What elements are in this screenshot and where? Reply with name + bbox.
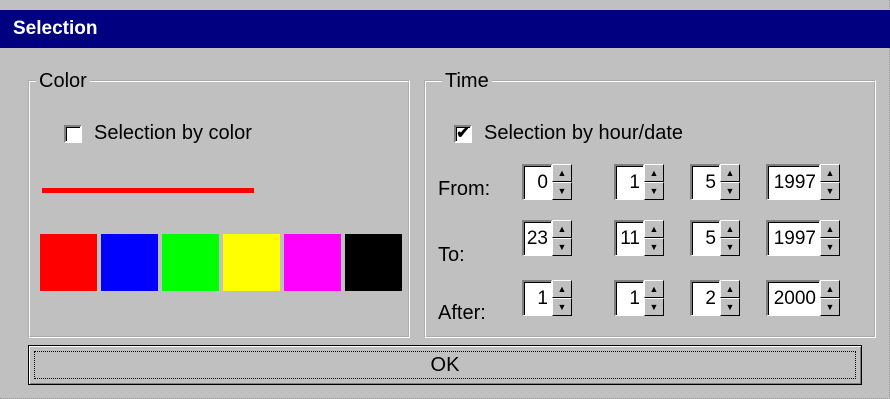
spin-down-icon[interactable]: ▼: [820, 298, 840, 316]
after-month-value[interactable]: 2: [690, 280, 720, 316]
selection-by-date-row[interactable]: ✔ Selection by hour/date: [454, 122, 683, 145]
swatch-green[interactable]: [162, 234, 219, 291]
spin-down-icon[interactable]: ▼: [820, 238, 840, 256]
spin-up-icon[interactable]: ▲: [644, 164, 664, 182]
spin-up-icon[interactable]: ▲: [552, 220, 572, 238]
ok-button[interactable]: OK: [28, 345, 862, 385]
selection-by-color-label: Selection by color: [94, 122, 252, 144]
selection-by-date-checkbox[interactable]: ✔: [454, 124, 472, 143]
spin-down-icon[interactable]: ▼: [720, 298, 740, 316]
spin-down-icon[interactable]: ▼: [644, 182, 664, 200]
to-hour-value[interactable]: 23: [522, 220, 552, 256]
to-day-spinner[interactable]: 11 ▲ ▼: [614, 220, 664, 256]
after-day-value[interactable]: 1: [614, 280, 644, 316]
spin-up-icon[interactable]: ▲: [644, 220, 664, 238]
to-month-spinner[interactable]: 5 ▲ ▼: [690, 220, 740, 256]
from-day-spinner[interactable]: 1 ▲ ▼: [614, 164, 664, 200]
from-hour-value[interactable]: 0: [522, 164, 552, 200]
spin-down-icon[interactable]: ▼: [552, 238, 572, 256]
to-year-value[interactable]: 1997: [766, 220, 820, 256]
selection-by-color-checkbox[interactable]: [64, 124, 82, 143]
to-day-value[interactable]: 11: [614, 220, 644, 256]
from-year-spinner[interactable]: 1997 ▲ ▼: [766, 164, 840, 200]
spin-up-icon[interactable]: ▲: [552, 164, 572, 182]
spin-up-icon[interactable]: ▲: [720, 220, 740, 238]
spin-up-icon[interactable]: ▲: [820, 164, 840, 182]
spin-down-icon[interactable]: ▼: [820, 182, 840, 200]
selection-dialog: Selection Color Selection by color Time …: [0, 0, 890, 399]
spin-down-icon[interactable]: ▼: [720, 238, 740, 256]
from-label: From:: [438, 178, 491, 200]
spin-up-icon[interactable]: ▲: [644, 280, 664, 298]
color-group-legend: Color: [36, 70, 90, 92]
color-group: Color Selection by color: [28, 70, 410, 338]
after-month-spinner[interactable]: 2 ▲ ▼: [690, 280, 740, 316]
selection-by-date-label: Selection by hour/date: [484, 122, 684, 144]
selected-color-line: [42, 188, 254, 193]
color-swatches: [40, 234, 402, 291]
from-month-spinner[interactable]: 5 ▲ ▼: [690, 164, 740, 200]
spin-up-icon[interactable]: ▲: [820, 220, 840, 238]
to-label: To:: [438, 244, 465, 266]
spin-up-icon[interactable]: ▲: [552, 280, 572, 298]
selection-by-color-row[interactable]: Selection by color: [64, 122, 252, 145]
spin-down-icon[interactable]: ▼: [552, 298, 572, 316]
spin-up-icon[interactable]: ▲: [720, 164, 740, 182]
swatch-blue[interactable]: [101, 234, 158, 291]
spin-down-icon[interactable]: ▼: [720, 182, 740, 200]
focus-rectangle: [34, 351, 856, 379]
after-label: After:: [438, 302, 486, 324]
swatch-red[interactable]: [40, 234, 97, 291]
to-year-spinner[interactable]: 1997 ▲ ▼: [766, 220, 840, 256]
time-group: Time ✔ Selection by hour/date From: 0 ▲ ▼…: [424, 70, 876, 338]
spin-down-icon[interactable]: ▼: [644, 298, 664, 316]
from-day-value[interactable]: 1: [614, 164, 644, 200]
swatch-magenta[interactable]: [284, 234, 341, 291]
to-hour-spinner[interactable]: 23 ▲ ▼: [522, 220, 572, 256]
to-month-value[interactable]: 5: [690, 220, 720, 256]
swatch-black[interactable]: [345, 234, 402, 291]
from-month-value[interactable]: 5: [690, 164, 720, 200]
spin-up-icon[interactable]: ▲: [720, 280, 740, 298]
title-bar: Selection: [0, 10, 890, 48]
spin-down-icon[interactable]: ▼: [552, 182, 572, 200]
after-hour-spinner[interactable]: 1 ▲ ▼: [522, 280, 572, 316]
after-year-value[interactable]: 2000: [766, 280, 820, 316]
after-year-spinner[interactable]: 2000 ▲ ▼: [766, 280, 840, 316]
from-hour-spinner[interactable]: 0 ▲ ▼: [522, 164, 572, 200]
from-year-value[interactable]: 1997: [766, 164, 820, 200]
spin-up-icon[interactable]: ▲: [820, 280, 840, 298]
after-day-spinner[interactable]: 1 ▲ ▼: [614, 280, 664, 316]
swatch-yellow[interactable]: [223, 234, 280, 291]
after-hour-value[interactable]: 1: [522, 280, 552, 316]
time-group-legend: Time: [442, 70, 492, 92]
spin-down-icon[interactable]: ▼: [644, 238, 664, 256]
